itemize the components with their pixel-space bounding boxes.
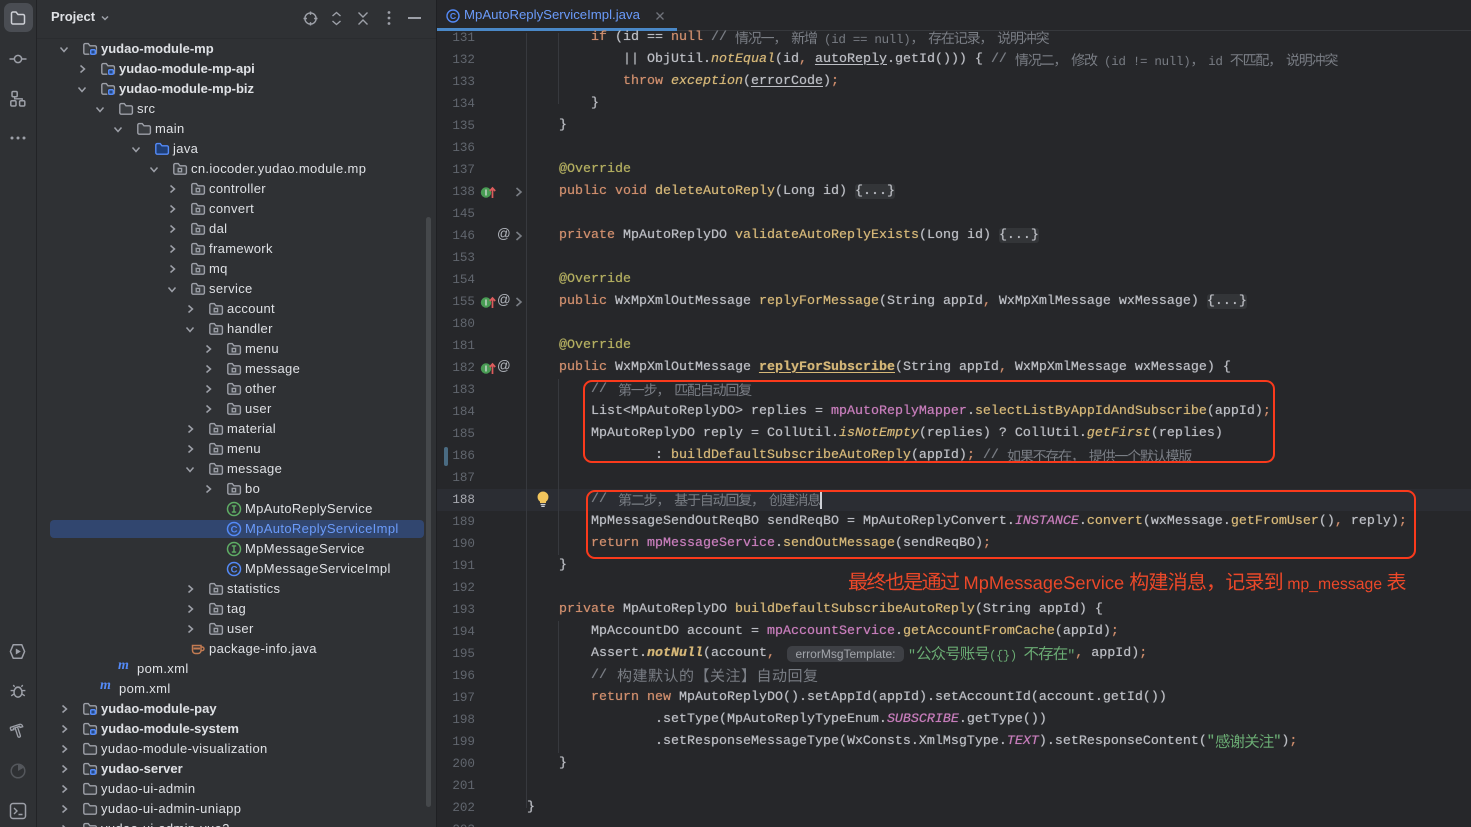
svg-text:C: C [231,524,238,535]
svg-text:I: I [485,298,487,307]
svg-text:C: C [231,564,238,575]
svg-text:I: I [485,188,487,197]
svg-text:C: C [450,11,457,21]
svg-text:I: I [485,364,487,373]
